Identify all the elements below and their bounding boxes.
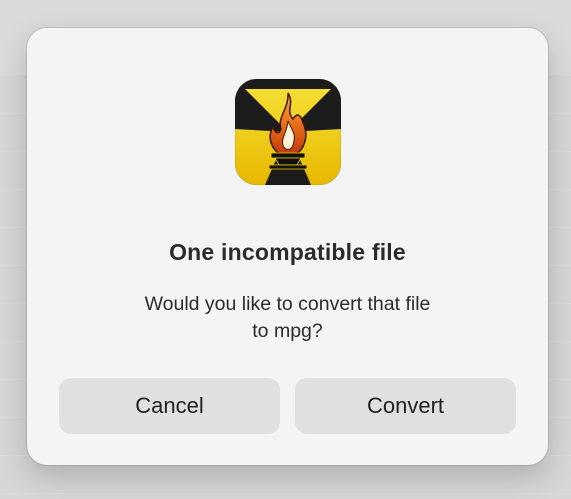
alert-dialog: One incompatible file Would you like to … [27,28,548,465]
dialog-title: One incompatible file [169,239,406,265]
dialog-message-line-1: Would you like to convert that file [144,293,431,315]
convert-button[interactable]: Convert [295,378,516,434]
dialog-message-line-2: to mpg? [252,320,323,342]
flame-app-icon [235,79,341,185]
cancel-button[interactable]: Cancel [59,378,280,434]
dialog-message: Would you like to convert that file to m… [97,291,478,345]
